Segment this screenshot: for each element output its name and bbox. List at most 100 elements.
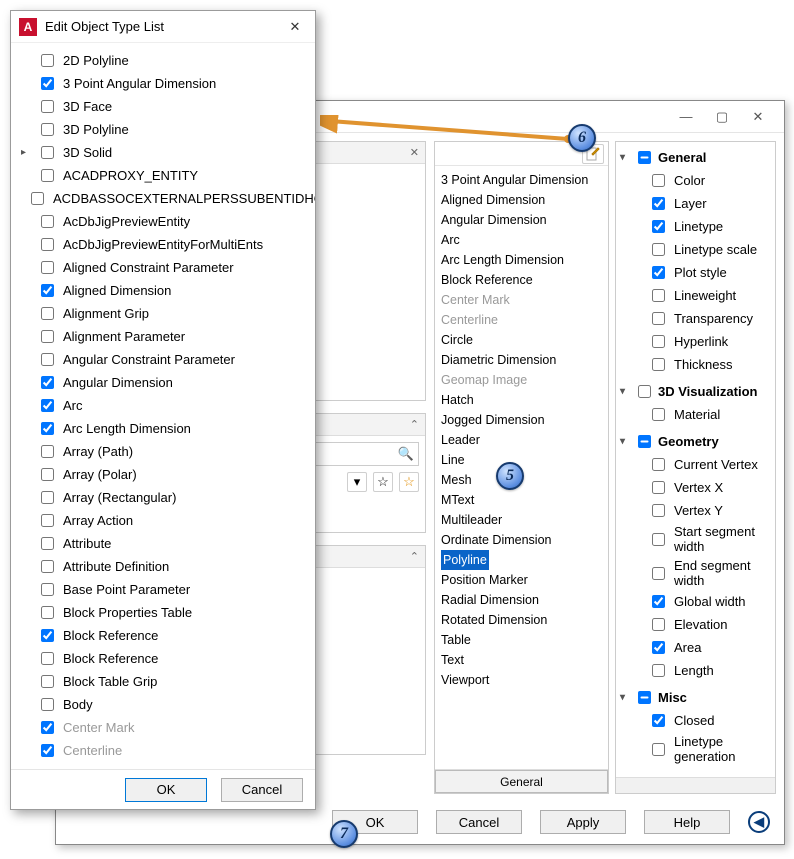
prop-checkbox[interactable] — [652, 289, 665, 302]
object-type-row[interactable]: Array (Polar) — [21, 463, 309, 486]
prop-row[interactable]: Layer — [620, 192, 773, 215]
object-type-checkbox[interactable] — [41, 537, 54, 550]
expand-twisty[interactable]: ▸ — [21, 147, 31, 158]
prop-checkbox[interactable] — [652, 266, 665, 279]
object-type-checkbox[interactable] — [41, 54, 54, 67]
object-type-checkbox[interactable] — [41, 330, 54, 343]
fg-close-button[interactable]: ✕ — [283, 19, 307, 35]
object-type-checkbox[interactable] — [41, 606, 54, 619]
object-list-item[interactable]: Polyline — [441, 550, 489, 570]
object-type-row[interactable]: 2D Polyline — [21, 49, 309, 72]
prop-group-head[interactable]: ▾3D Visualization — [620, 380, 773, 403]
object-type-row[interactable]: Block Reference — [21, 624, 309, 647]
object-type-checkbox[interactable] — [41, 261, 54, 274]
object-list-item[interactable]: 3 Point Angular Dimension — [441, 170, 608, 190]
prop-checkbox[interactable] — [652, 618, 665, 631]
fg-cancel-button[interactable]: Cancel — [221, 778, 303, 802]
prop-checkbox[interactable] — [652, 595, 665, 608]
object-type-footer-button[interactable]: General — [435, 770, 608, 793]
object-list-item[interactable]: Centerline — [441, 310, 608, 330]
object-type-row[interactable]: Angular Dimension — [21, 371, 309, 394]
prop-row[interactable]: Vertex Y — [620, 499, 773, 522]
object-type-checkbox[interactable] — [41, 238, 54, 251]
object-type-checkbox[interactable] — [41, 698, 54, 711]
fg-ok-button[interactable]: OK — [125, 778, 207, 802]
prop-row[interactable]: Vertex X — [620, 476, 773, 499]
object-type-checklist[interactable]: 2D Polyline3 Point Angular Dimension3D F… — [11, 43, 315, 769]
object-list-item[interactable]: Geomap Image — [441, 370, 608, 390]
back-button[interactable]: ◀ — [748, 811, 770, 833]
group-twisty[interactable]: ▾ — [620, 152, 630, 163]
expand-icon-2[interactable]: ⌃ — [410, 550, 419, 563]
fav2-btn[interactable]: ☆ — [399, 472, 419, 492]
object-list-item[interactable]: Block Reference — [441, 270, 608, 290]
group-checkbox[interactable] — [638, 151, 651, 164]
object-type-row[interactable]: Array (Rectangular) — [21, 486, 309, 509]
object-list-item[interactable]: Text — [441, 650, 608, 670]
prop-row[interactable]: Linetype — [620, 215, 773, 238]
object-type-row[interactable]: ACDBASSOCEXTERNALPERSSUBENTIDHO — [21, 187, 309, 210]
object-list-item[interactable]: Radial Dimension — [441, 590, 608, 610]
object-list-item[interactable]: Diametric Dimension — [441, 350, 608, 370]
h-scrollbar[interactable] — [616, 777, 775, 793]
prop-row[interactable]: Color — [620, 169, 773, 192]
fav1-btn[interactable]: ☆ — [373, 472, 393, 492]
maximize-button[interactable]: ▢ — [704, 105, 740, 129]
prop-checkbox[interactable] — [652, 458, 665, 471]
object-type-row[interactable]: Aligned Dimension — [21, 279, 309, 302]
object-type-checkbox[interactable] — [41, 284, 54, 297]
group-twisty[interactable]: ▾ — [620, 692, 630, 703]
object-list-item[interactable]: Ordinate Dimension — [441, 530, 608, 550]
prop-checkbox[interactable] — [652, 408, 665, 421]
prop-checkbox[interactable] — [652, 664, 665, 677]
prop-checkbox[interactable] — [652, 174, 665, 187]
object-type-row[interactable]: Alignment Parameter — [21, 325, 309, 348]
object-type-checkbox[interactable] — [41, 445, 54, 458]
object-type-row[interactable]: Arc Length Dimension — [21, 417, 309, 440]
prop-row[interactable]: Material — [620, 403, 773, 426]
object-type-row[interactable]: AcDbJigPreviewEntity — [21, 210, 309, 233]
object-list-item[interactable]: Position Marker — [441, 570, 608, 590]
prop-checkbox[interactable] — [652, 197, 665, 210]
prop-checkbox[interactable] — [652, 743, 665, 756]
group-twisty[interactable]: ▾ — [620, 436, 630, 447]
object-type-checkbox[interactable] — [41, 123, 54, 136]
object-type-row[interactable]: Aligned Constraint Parameter — [21, 256, 309, 279]
object-list-item[interactable]: Circle — [441, 330, 608, 350]
prop-row[interactable]: Area — [620, 636, 773, 659]
prop-checkbox[interactable] — [652, 714, 665, 727]
object-type-row[interactable]: ▸3D Solid — [21, 141, 309, 164]
prop-checkbox[interactable] — [652, 312, 665, 325]
object-type-row[interactable]: Attribute — [21, 532, 309, 555]
prop-checkbox[interactable] — [652, 567, 665, 580]
prop-row[interactable]: Closed — [620, 709, 773, 732]
group-twisty[interactable]: ▾ — [620, 386, 630, 397]
object-type-checkbox[interactable] — [41, 399, 54, 412]
object-type-checkbox[interactable] — [41, 146, 54, 159]
object-type-row[interactable]: 3D Polyline — [21, 118, 309, 141]
prop-row[interactable]: Start segment width — [620, 522, 773, 556]
object-type-row[interactable]: Centerline — [21, 739, 309, 762]
object-type-row[interactable]: Attribute Definition — [21, 555, 309, 578]
prop-row[interactable]: Lineweight — [620, 284, 773, 307]
object-list-item[interactable]: Arc — [441, 230, 608, 250]
prop-row[interactable]: Linetype scale — [620, 238, 773, 261]
object-type-row[interactable]: Array Action — [21, 509, 309, 532]
object-type-checkbox[interactable] — [41, 560, 54, 573]
help-button[interactable]: Help — [644, 810, 730, 834]
group-checkbox[interactable] — [638, 691, 651, 704]
prop-row[interactable]: Linetype generation — [620, 732, 773, 766]
object-list-item[interactable]: Angular Dimension — [441, 210, 608, 230]
object-type-checkbox[interactable] — [41, 583, 54, 596]
object-type-checkbox[interactable] — [41, 721, 54, 734]
object-list-item[interactable]: Leader — [441, 430, 608, 450]
prop-row[interactable]: Elevation — [620, 613, 773, 636]
prop-row[interactable]: Current Vertex — [620, 453, 773, 476]
object-type-row[interactable]: 3 Point Angular Dimension — [21, 72, 309, 95]
prop-checkbox[interactable] — [652, 358, 665, 371]
object-type-row[interactable]: Block Properties Table — [21, 601, 309, 624]
prop-checkbox[interactable] — [652, 243, 665, 256]
dropdown-btn[interactable]: ▾ — [347, 472, 367, 492]
group-checkbox[interactable] — [638, 385, 651, 398]
prop-checkbox[interactable] — [652, 533, 665, 546]
